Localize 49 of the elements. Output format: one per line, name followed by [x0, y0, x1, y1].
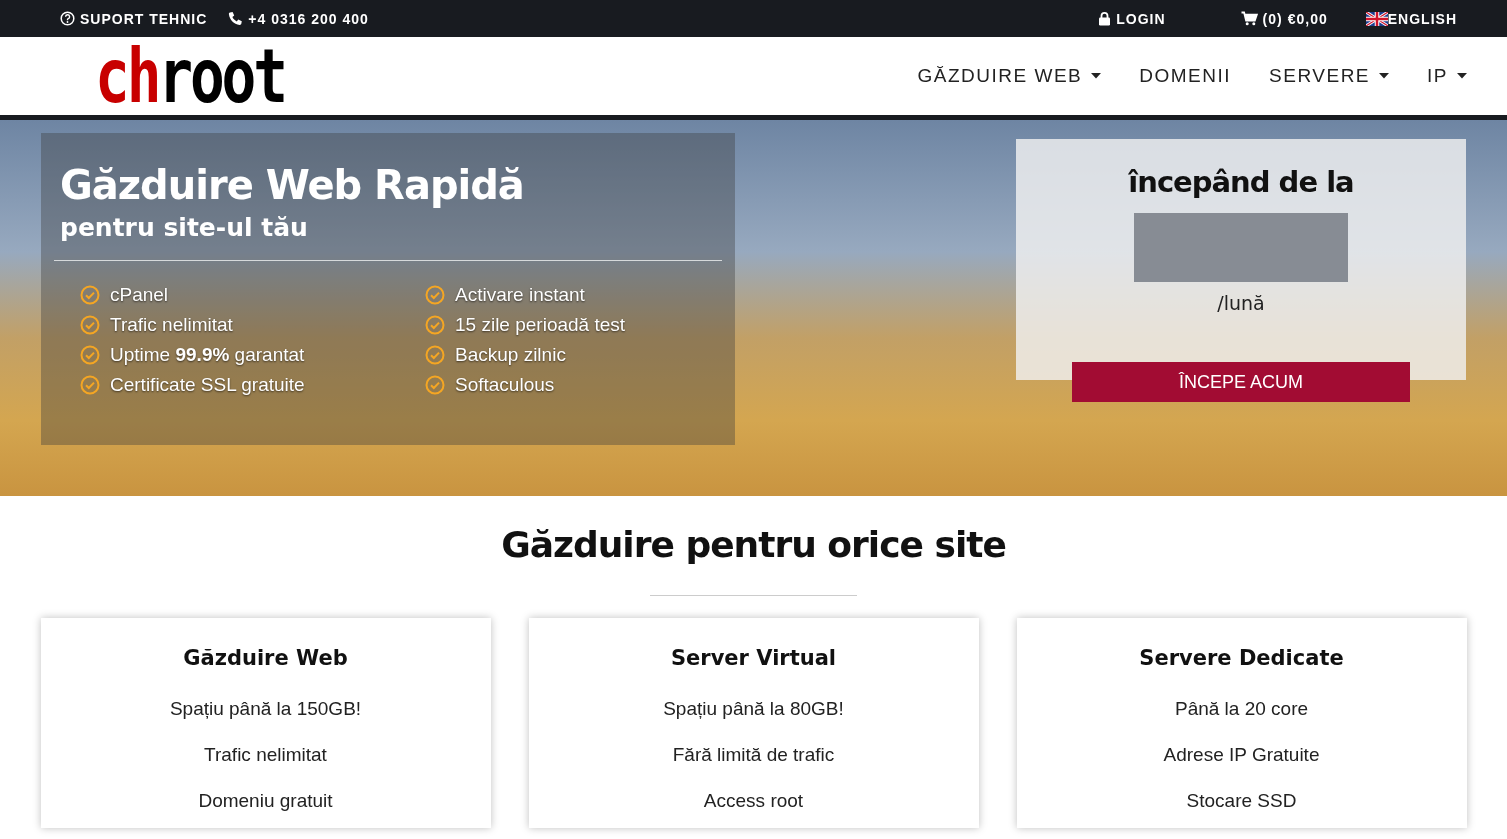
lock-icon — [1098, 11, 1112, 26]
feature-text: Trafic nelimitat — [110, 313, 233, 337]
nav-link[interactable]: SERVERE — [1269, 65, 1390, 87]
hero-title: Găzduire Web Rapidă — [60, 161, 524, 209]
flag-icon — [1365, 11, 1388, 26]
card-feature: Fără limită de trafic — [672, 744, 835, 766]
check-circle-icon — [80, 345, 100, 365]
logo[interactable]: chroot — [95, 41, 285, 111]
language-link[interactable]: ENGLISH — [1365, 10, 1457, 27]
check-circle-icon — [425, 375, 445, 395]
cart-link[interactable]: (0) €0,00 — [1240, 10, 1328, 27]
nav-link[interactable]: GĂZDUIRE WEB — [917, 65, 1102, 87]
check-circle-icon — [425, 345, 445, 365]
feature-text: 15 zile perioadă test — [455, 313, 626, 337]
card-title: Servere Dedicate — [1139, 646, 1344, 670]
feature-text: Certificate SSL gratuite — [110, 373, 305, 397]
price-period: /lună — [1217, 292, 1265, 314]
nav-link[interactable]: DOMENII — [1139, 65, 1232, 87]
login-link[interactable]: LOGIN — [1098, 10, 1166, 27]
phone-link[interactable]: +4 0316 200 400 — [227, 10, 369, 27]
card-feature: Access root — [703, 790, 804, 812]
check-circle-icon — [80, 375, 100, 395]
card-feature: Până la 20 core — [1174, 698, 1309, 720]
card-title: Găzduire Web — [183, 646, 348, 670]
start-button[interactable]: ÎNCEPE ACUM — [1072, 362, 1410, 402]
card-feature: Spațiu până la 80GB! — [663, 698, 844, 720]
phone-icon — [227, 10, 244, 27]
card-feature: Adrese IP Gratuite — [1163, 744, 1320, 766]
hero-subtitle: pentru site-ul tău — [60, 213, 308, 242]
check-circle-icon — [425, 285, 445, 305]
support-link[interactable]: SUPORT TEHNIC — [60, 10, 208, 27]
feature-text: Activare instant — [455, 283, 585, 307]
feature-text: Uptime 99.9% garantat — [110, 343, 305, 367]
card-title: Server Virtual — [670, 646, 837, 670]
card-feature: Stocare SSD — [1186, 790, 1297, 812]
price-heading: începând de la — [1128, 165, 1354, 199]
check-circle-icon — [80, 315, 100, 335]
section-title: Găzduire pentru orice site — [501, 523, 1006, 567]
check-circle-icon — [425, 315, 445, 335]
check-circle-icon — [80, 285, 100, 305]
card-feature: Trafic nelimitat — [204, 744, 327, 766]
feature-text: cPanel — [110, 283, 169, 307]
card-feature: Spațiu până la 150GB! — [169, 698, 362, 720]
card-feature: Domeniu gratuit — [198, 790, 333, 812]
nav-link[interactable]: IP — [1427, 65, 1467, 87]
feature-text: Backup zilnic — [455, 343, 566, 367]
cart-icon — [1240, 11, 1258, 26]
question-icon — [60, 11, 75, 26]
feature-text: Softaculous — [455, 373, 555, 397]
